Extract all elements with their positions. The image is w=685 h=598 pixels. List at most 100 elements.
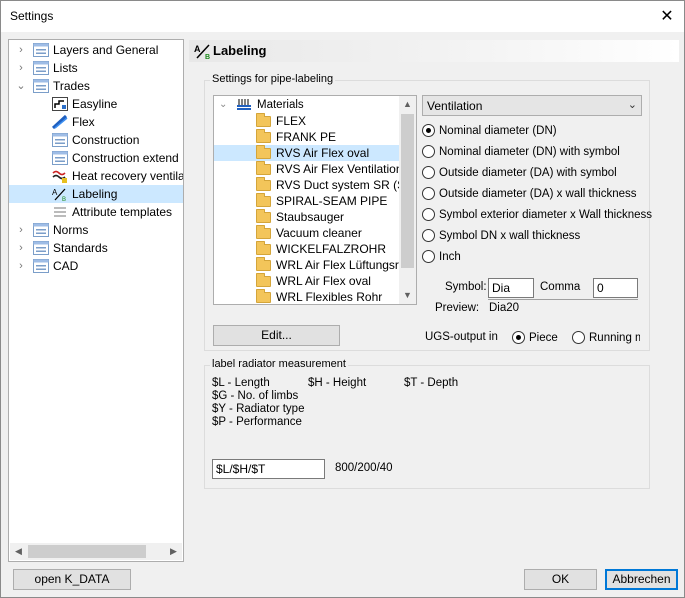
tree-item-flex[interactable]: Flex [9,113,183,131]
tree-item-construction[interactable]: Construction [9,131,183,149]
folder-icon [256,113,271,127]
tree-horizontal-scrollbar[interactable]: ◀ ▶ [10,543,182,560]
tree-item-norms[interactable]: › Norms [9,221,183,239]
tree-item-layers-and-general[interactable]: › Layers and General [9,41,183,59]
radiator-format-input[interactable]: $L/$H/$T [212,459,325,479]
option-inch[interactable]: Inch [422,249,647,265]
preview-label: Preview: [435,302,480,314]
open-kdata-button[interactable]: open K_DATA [13,569,131,590]
chevron-down-icon[interactable]: ⌄ [15,77,27,95]
chevron-right-icon[interactable]: › [15,239,27,257]
material-item[interactable]: FRANK PE [214,129,400,145]
tree-item-standards[interactable]: › Standards [9,239,183,257]
folder-icon [256,209,271,223]
material-item[interactable]: WICKELFALZROHR [214,241,400,257]
close-icon[interactable]: ✕ [650,1,684,32]
ok-button[interactable]: OK [524,569,597,590]
flex-icon [52,115,68,129]
materials-tree[interactable]: ⌄ Materials FLEX FRANK PE RVS Air Flex o… [213,95,417,305]
heat-recovery-icon [52,170,67,183]
tree-item-easyline[interactable]: Easyline [9,95,183,113]
radio-button[interactable] [422,187,435,200]
option-outside-da-symbol[interactable]: Outside diameter (DA) with symbol [422,165,647,181]
scrollbar-thumb[interactable] [401,114,414,268]
radio-button[interactable] [512,331,525,344]
symbol-input[interactable]: Dia [488,278,534,298]
radio-button[interactable] [422,124,435,137]
material-item-selected[interactable]: RVS Air Flex oval [214,145,400,161]
window-title: Settings [10,9,54,23]
materials-root[interactable]: ⌄ Materials [214,97,400,113]
option-nominal-dn[interactable]: Nominal diameter (DN) [422,123,647,139]
edit-button[interactable]: Edit... [213,325,340,346]
material-item[interactable]: WRL Flexibles Rohr [214,289,400,304]
material-item[interactable]: RVS Duct system SR (Spir [214,177,416,193]
labeling-icon: A B [194,44,210,59]
ugs-option-piece[interactable]: Piece [512,330,572,346]
ugs-option-running-m[interactable]: Running m [572,330,640,346]
radio-button[interactable] [422,145,435,158]
chevron-right-icon[interactable]: › [15,59,27,77]
scroll-left-icon[interactable]: ◀ [10,543,27,560]
material-item[interactable]: Staubsauger [214,209,400,225]
tree-item-labeling[interactable]: A B Labeling [9,185,183,203]
folder-icon [256,177,271,191]
option-nominal-dn-symbol[interactable]: Nominal diameter (DN) with symbol [422,144,647,160]
tree-item-label: Trades [53,79,90,93]
category-select[interactable]: Ventilation ⌄ [422,95,642,116]
material-item[interactable]: SPIRAL-SEAM PIPE [214,193,400,209]
chevron-down-icon[interactable]: ⌄ [219,97,227,113]
radio-button[interactable] [422,229,435,242]
svg-text:B: B [62,197,66,201]
tree-item-cad[interactable]: › CAD [9,257,183,275]
material-label: WRL Air Flex Lüftungsrohr [276,258,417,272]
material-item[interactable]: RVS Air Flex Ventilation pip [214,161,416,177]
materials-vertical-scrollbar[interactable]: ▲ ▼ [399,96,416,304]
material-item[interactable]: WRL Air Flex Lüftungsrohr [214,257,416,273]
material-label: RVS Air Flex oval [276,146,370,160]
panel-header: A B Labeling [189,40,679,62]
comma-input[interactable]: 0 [593,278,638,298]
material-item[interactable]: FLEX [214,113,400,129]
settings-list-icon [33,79,49,93]
tree-item-label: Attribute templates [72,205,173,219]
scrollbar-thumb[interactable] [28,545,146,558]
tree-item-construction-extend[interactable]: Construction extend [9,149,183,167]
pipe-labeling-group-label: Settings for pipe-labeling [210,73,336,85]
option-label: Piece [529,332,558,344]
material-label: FLEX [276,114,307,128]
tree-item-trades[interactable]: ⌄ Trades [9,77,183,95]
folder-icon [256,289,271,303]
material-item[interactable]: Vacuum cleaner [214,225,400,241]
folder-icon [256,225,271,239]
radio-button[interactable] [572,331,585,344]
material-label: WRL Flexibles Rohr [276,290,383,304]
settings-window: Settings ✕ › Layers and General › Lists [0,0,685,598]
ugs-output-label: UGS-output in [425,331,498,343]
chevron-right-icon[interactable]: › [15,257,27,275]
cancel-button[interactable]: Abbrechen [605,569,678,590]
option-symbol-exterior-wall[interactable]: Symbol exterior diameter x Wall thicknes… [422,207,652,223]
symbol-label: Symbol: [445,281,487,293]
option-outside-da-wall[interactable]: Outside diameter (DA) x wall thickness [422,186,647,202]
tree-item-heat-recovery[interactable]: Heat recovery ventila [9,167,183,185]
tree-item-attribute-templates[interactable]: Attribute templates [9,203,183,221]
material-item[interactable]: WRL Air Flex oval [214,273,400,289]
radio-button[interactable] [422,208,435,221]
settings-tree[interactable]: › Layers and General › Lists ⌄ Trades Ea… [8,39,184,562]
scroll-up-icon[interactable]: ▲ [399,96,416,113]
chevron-right-icon[interactable]: › [15,221,27,239]
folder-icon [256,273,271,287]
scroll-down-icon[interactable]: ▼ [399,287,416,304]
radio-button[interactable] [422,166,435,179]
tree-item-label: Heat recovery ventila [72,169,184,183]
legend-type: $Y - Radiator type [212,403,305,415]
radio-button[interactable] [422,250,435,263]
option-symbol-dn-wall[interactable]: Symbol DN x wall thickness [422,228,647,244]
chevron-right-icon[interactable]: › [15,41,27,59]
tree-item-lists[interactable]: › Lists [9,59,183,77]
scroll-right-icon[interactable]: ▶ [165,543,182,560]
materials-root-label: Materials [257,99,304,111]
tree-item-label: Standards [53,241,108,255]
tree-item-label: Layers and General [53,43,159,57]
